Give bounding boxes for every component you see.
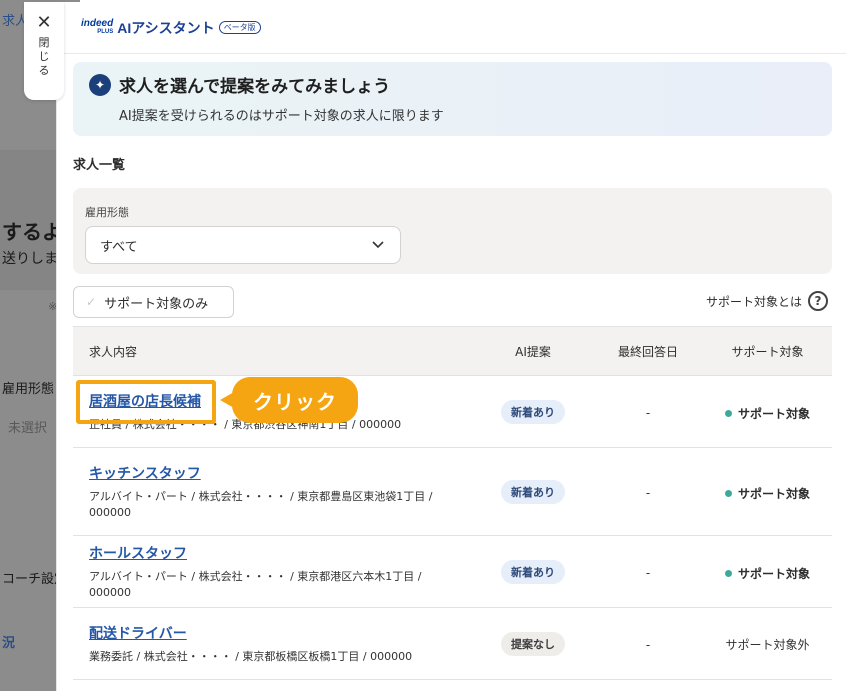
table-row[interactable]: ホールスタッフ アルバイト・パート / 株式会社・・・・ / 東京都港区六本木1… — [73, 536, 832, 608]
logo-brand: indeed PLUS — [81, 17, 114, 35]
employment-type-label: 雇用形態 — [85, 206, 129, 219]
support-status: サポート対象外 — [725, 638, 810, 652]
ai-assistant-panel: indeed PLUS AIアシスタント ベータ版 ✦ 求人を選んで提案をみてみ… — [56, 2, 846, 691]
table-row[interactable]: 居酒屋の店長候補 正社員 / 株式会社・・・・ / 東京都渋谷区神南1丁目 / … — [73, 376, 832, 448]
last-answer-date: - — [645, 566, 651, 580]
bg-text: 送りしま — [2, 251, 58, 267]
bg-text: 未選択 — [8, 421, 48, 436]
sparkle-icon: ✦ — [89, 73, 111, 96]
select-value: すべて — [100, 239, 138, 255]
job-title-link[interactable]: ホールスタッフ — [89, 543, 187, 563]
job-title-link[interactable]: キッチンスタッフ — [89, 463, 201, 483]
ai-status-badge: 提案なし — [501, 631, 565, 656]
job-title-link[interactable]: 居酒屋の店長候補 — [89, 391, 201, 411]
close-label: 閉じる — [38, 36, 50, 77]
table-row[interactable]: キッチンスタッフ アルバイト・パート / 株式会社・・・・ / 東京都豊島区東池… — [73, 448, 832, 536]
status-dot-icon — [724, 489, 732, 497]
status-dot-icon — [724, 569, 732, 577]
bg-text: 雇用形態 — [2, 382, 55, 397]
banner-title: 求人を選んで提案をみてみましょう — [119, 77, 391, 97]
intro-banner: ✦ 求人を選んで提案をみてみましょう AI提案を受けられるのはサポート対象の求人… — [73, 62, 832, 136]
support-status: サポート対象 — [724, 485, 810, 502]
column-header: 最終回答日 — [617, 344, 678, 359]
support-help-link[interactable]: サポート対象とは ? — [706, 291, 828, 311]
toggle-label: サポート対象のみ — [104, 296, 209, 312]
ai-status-badge: 新着あり — [501, 399, 565, 424]
job-table: 求人内容 AI提案 最終回答日 サポート対象 居酒屋の店長候補 正社員 / 株式… — [73, 326, 832, 680]
table-row[interactable]: 配送ドライバー 業務委託 / 株式会社・・・・ / 東京都板橋区板橋1丁目 / … — [73, 608, 832, 680]
support-only-toggle[interactable]: ✓ サポート対象のみ — [73, 286, 234, 318]
column-header: AI提案 — [515, 344, 551, 359]
beta-badge: ベータ版 — [218, 21, 261, 34]
job-meta: アルバイト・パート / 株式会社・・・・ / 東京都豊島区東池袋1丁目 / 00… — [89, 489, 433, 519]
column-header: サポート対象 — [731, 344, 804, 359]
job-meta: 業務委託 / 株式会社・・・・ / 東京都板橋区板橋1丁目 / 000000 — [89, 649, 413, 663]
job-list-title: 求人一覧 — [73, 158, 126, 173]
callout-label: クリック — [232, 377, 358, 423]
question-icon: ? — [808, 291, 828, 311]
job-meta: アルバイト・パート / 株式会社・・・・ / 東京都港区六本木1丁目 / 000… — [89, 569, 422, 599]
support-status: サポート対象 — [724, 565, 810, 582]
column-header: 求人内容 — [89, 344, 138, 359]
table-header: 求人内容 AI提案 最終回答日 サポート対象 — [73, 326, 832, 376]
support-help-label: サポート対象とは — [705, 294, 802, 309]
panel-title: AIアシスタント — [117, 19, 215, 36]
click-callout: クリック — [220, 377, 358, 423]
job-title-link[interactable]: 配送ドライバー — [89, 623, 187, 643]
ai-status-badge: 新着あり — [501, 479, 565, 504]
check-icon: ✓ — [86, 295, 97, 309]
employment-type-select[interactable]: すべて — [85, 226, 401, 264]
close-panel-button[interactable]: ✕ 閉じる — [24, 2, 64, 100]
chevron-down-icon — [372, 238, 384, 252]
support-status: サポート対象 — [724, 405, 810, 422]
banner-subtitle: AI提案を受けられるのはサポート対象の求人に限ります — [119, 109, 444, 124]
ai-status-badge: 新着あり — [501, 559, 565, 584]
bg-text: 況 — [2, 636, 16, 651]
status-dot-icon — [724, 409, 732, 417]
last-answer-date: - — [645, 486, 651, 500]
indeed-plus-logo: indeed PLUS AIアシスタント ベータ版 — [81, 18, 261, 38]
last-answer-date: - — [645, 638, 651, 652]
last-answer-date: - — [645, 406, 651, 420]
close-icon: ✕ — [36, 12, 52, 33]
panel-header: indeed PLUS AIアシスタント ベータ版 — [57, 2, 846, 54]
filter-box: 雇用形態 すべて — [73, 188, 832, 274]
